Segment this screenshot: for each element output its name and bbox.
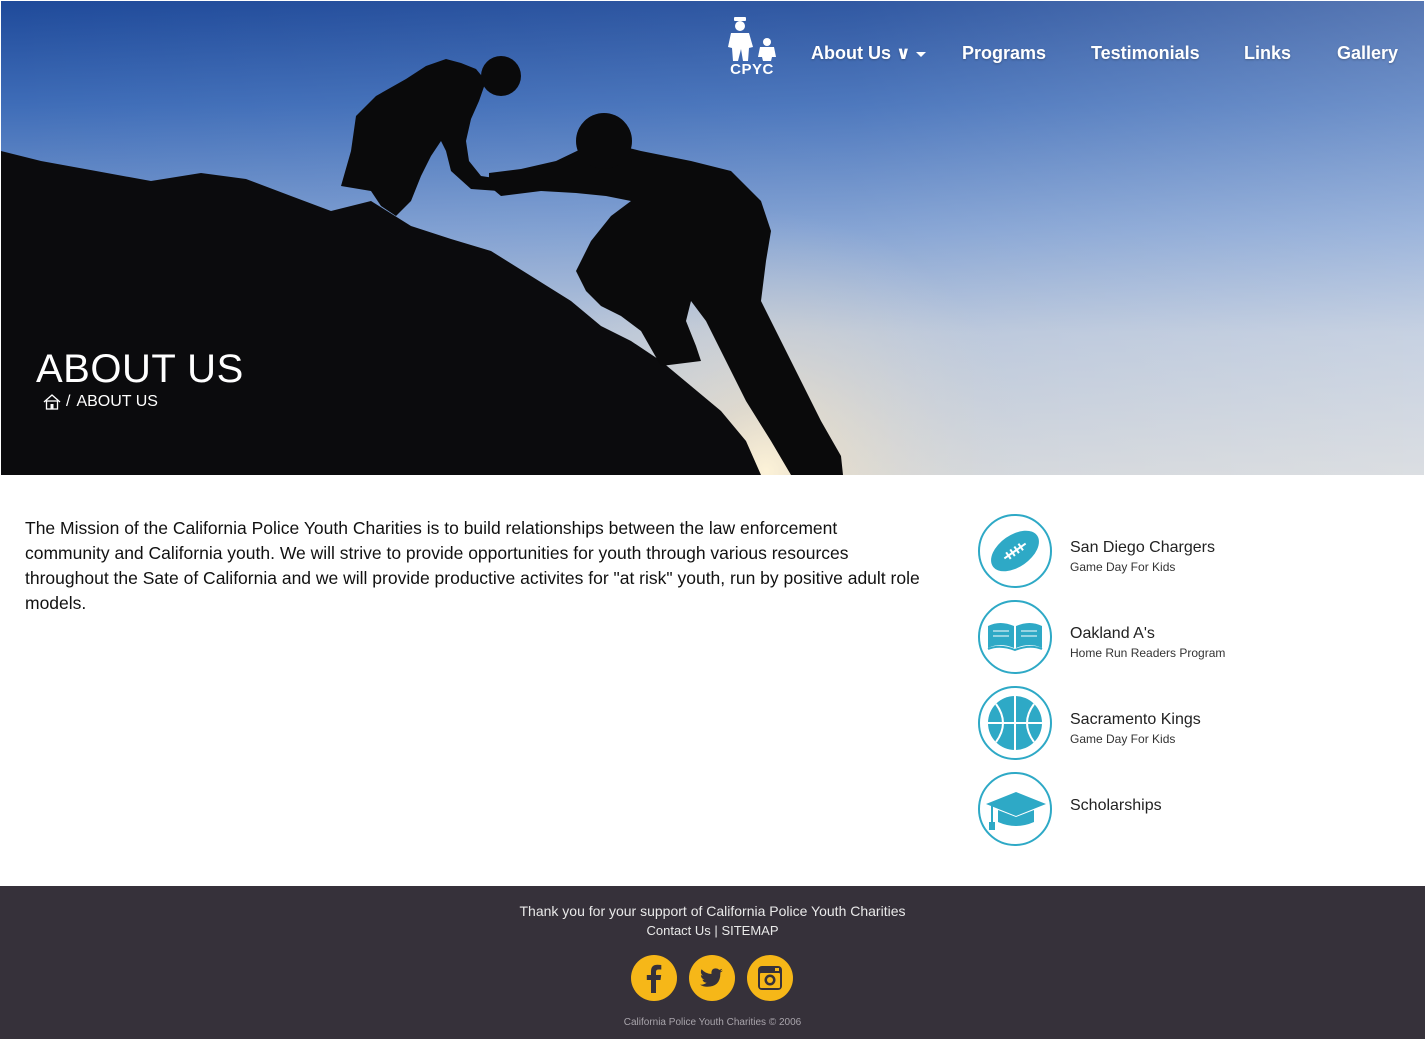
program-title: Oakland A's bbox=[1070, 625, 1155, 642]
program-item-sacramento-kings[interactable]: Sacramento Kings Game Day For Kids bbox=[978, 686, 1398, 766]
footer: Thank you for your support of California… bbox=[0, 886, 1425, 1039]
twitter-icon[interactable] bbox=[689, 955, 735, 1001]
nav-about-us[interactable]: About Us ∨ bbox=[811, 43, 926, 64]
hero-banner: CPYC About Us ∨ Programs Testimonials Li… bbox=[1, 1, 1424, 475]
nav-programs[interactable]: Programs bbox=[962, 43, 1046, 64]
copyright: California Police Youth Charities © 2006 bbox=[623, 1017, 802, 1028]
breadcrumb: / ABOUT US bbox=[43, 393, 158, 411]
program-subtitle: Home Run Readers Program bbox=[1070, 646, 1226, 660]
social-links bbox=[631, 955, 801, 1003]
nav-gallery[interactable]: Gallery bbox=[1337, 43, 1398, 64]
breadcrumb-current: ABOUT US bbox=[76, 393, 158, 410]
footer-link-separator: | bbox=[714, 923, 718, 938]
footer-thanks: Thank you for your support of California… bbox=[519, 903, 906, 919]
nav-links[interactable]: Links bbox=[1244, 43, 1291, 64]
basketball-icon bbox=[978, 686, 1052, 760]
program-title: Sacramento Kings bbox=[1070, 711, 1201, 728]
program-item-scholarships[interactable]: Scholarships bbox=[978, 772, 1398, 852]
book-icon bbox=[978, 600, 1052, 674]
program-item-oakland-as[interactable]: Oakland A's Home Run Readers Program bbox=[978, 600, 1398, 680]
graduation-cap-icon bbox=[978, 772, 1052, 846]
program-subtitle: Game Day For Kids bbox=[1070, 560, 1176, 574]
nav-about-us-label: About Us ∨ bbox=[811, 43, 911, 63]
nav-testimonials[interactable]: Testimonials bbox=[1091, 43, 1200, 64]
program-title: Scholarships bbox=[1070, 797, 1162, 814]
chevron-down-icon bbox=[915, 51, 926, 57]
instagram-icon[interactable] bbox=[747, 955, 793, 1001]
hero-climbers-image bbox=[1, 1, 1424, 475]
home-icon[interactable] bbox=[43, 394, 61, 410]
football-icon bbox=[978, 514, 1052, 588]
program-item-san-diego-chargers[interactable]: San Diego Chargers Game Day For Kids bbox=[978, 514, 1398, 594]
sitemap-link[interactable]: SITEMAP bbox=[721, 923, 778, 938]
program-subtitle: Game Day For Kids bbox=[1070, 732, 1176, 746]
main-nav: About Us ∨ Programs Testimonials Links G… bbox=[1, 43, 1424, 69]
breadcrumb-separator: / bbox=[66, 393, 71, 410]
footer-links: Contact Us | SITEMAP bbox=[0, 923, 1425, 938]
program-title: San Diego Chargers bbox=[1070, 539, 1215, 556]
facebook-icon[interactable] bbox=[631, 955, 677, 1001]
page-title: ABOUT US bbox=[36, 347, 244, 391]
mission-statement: The Mission of the California Police You… bbox=[25, 518, 920, 613]
contact-us-link[interactable]: Contact Us bbox=[646, 923, 710, 938]
